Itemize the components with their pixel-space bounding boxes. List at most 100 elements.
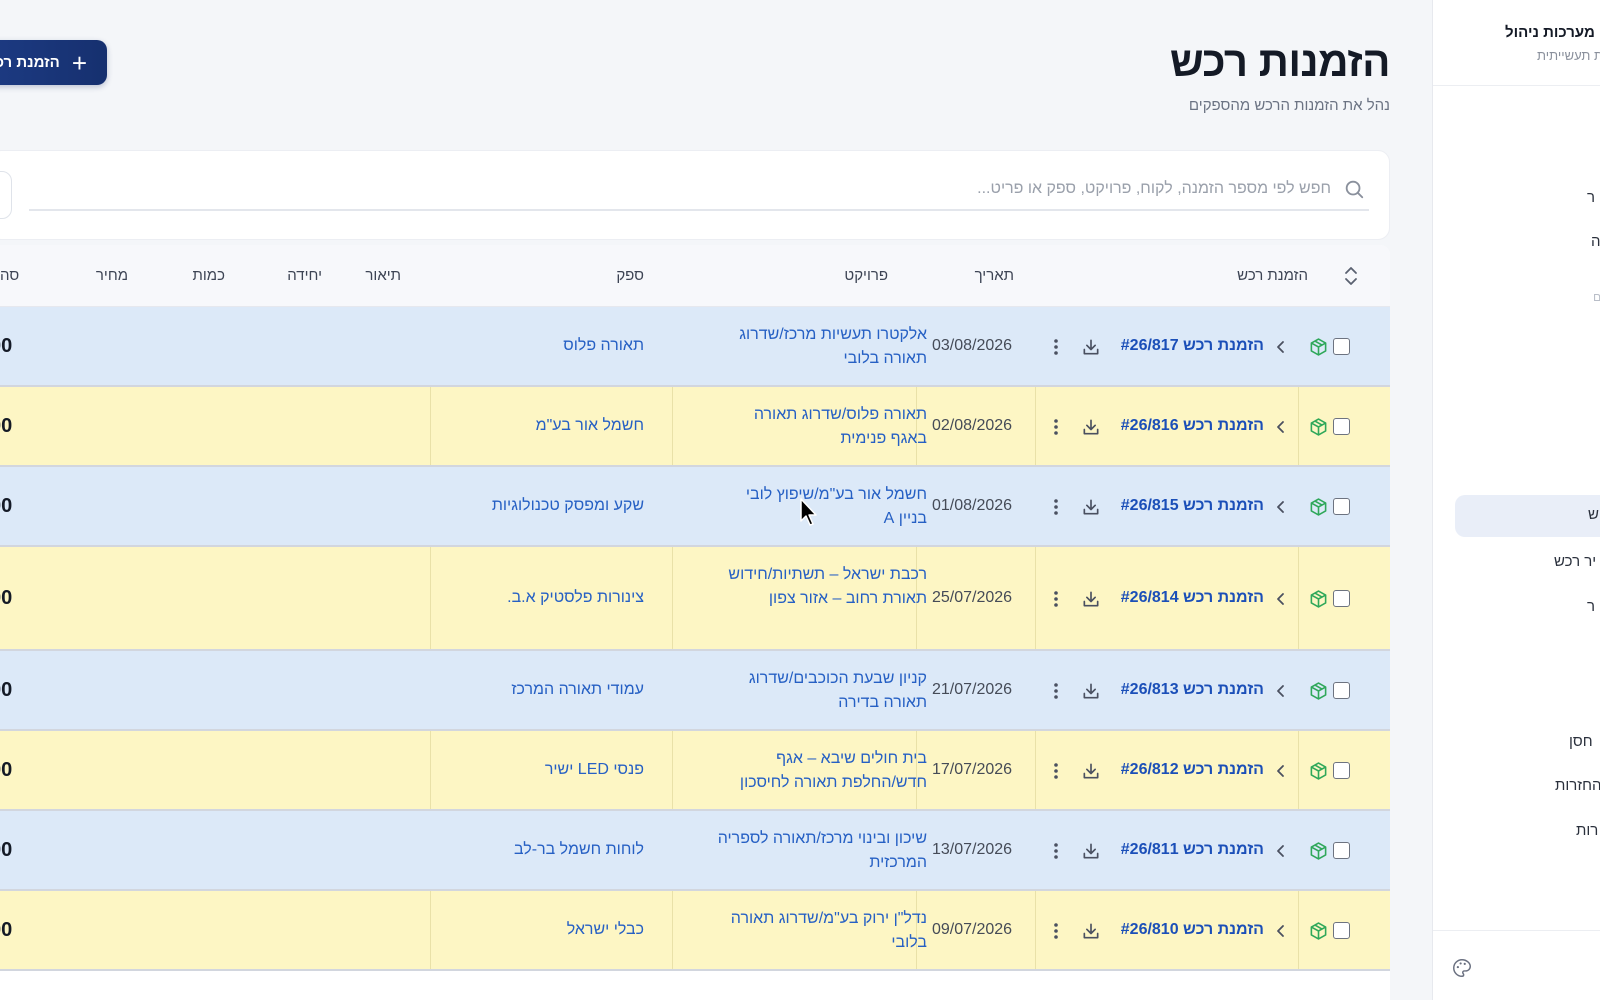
supplier-link[interactable]: שקע ומפסק טכנולוגיות xyxy=(492,497,644,515)
order-number-link[interactable]: הזמנת רכש #26/810 xyxy=(1121,921,1264,939)
row-checkbox[interactable] xyxy=(1333,590,1350,607)
chevron-left-icon[interactable] xyxy=(1276,764,1286,778)
column-header-total[interactable]: סה xyxy=(0,245,19,307)
column-header-quantity[interactable]: כמות xyxy=(193,245,225,307)
column-separator xyxy=(1298,731,1299,809)
more-options-icon[interactable] xyxy=(1053,418,1059,436)
order-date: 17/07/2026 xyxy=(932,761,1013,778)
project-link[interactable]: קניון שבעת הכוכבים/שדרוג תאורה בדירה xyxy=(717,667,927,715)
column-header-date[interactable]: תאריך xyxy=(975,245,1014,307)
download-icon[interactable] xyxy=(1081,761,1101,781)
sidebar-item-purchase-request[interactable]: יר רכש xyxy=(1554,553,1596,570)
column-separator xyxy=(672,387,673,465)
chevron-left-icon[interactable] xyxy=(1276,924,1286,938)
order-number-link[interactable]: הזמנת רכש #26/811 xyxy=(1121,841,1264,859)
more-options-icon[interactable] xyxy=(1053,498,1059,516)
more-options-icon[interactable] xyxy=(1053,338,1059,356)
supplier-link[interactable]: כבלי ישראל xyxy=(567,921,644,939)
sidebar-app-title: מערכות ניהול xyxy=(1505,24,1595,41)
download-icon[interactable] xyxy=(1081,337,1101,357)
sidebar-item-6[interactable]: ר xyxy=(1587,598,1595,615)
more-options-icon[interactable] xyxy=(1053,762,1059,780)
palette-icon[interactable] xyxy=(1451,957,1473,979)
more-options-icon[interactable] xyxy=(1053,682,1059,700)
order-number-link[interactable]: הזמנת רכש #26/817 xyxy=(1121,337,1264,355)
table-row[interactable]: הזמנת רכש #26/815 01/08/2026 חשמל אור בע… xyxy=(0,467,1390,547)
supplier-link[interactable]: פנסי LED ישיר xyxy=(545,761,644,779)
order-number-link[interactable]: הזמנת רכש #26/816 xyxy=(1121,417,1264,435)
download-icon[interactable] xyxy=(1081,921,1101,941)
more-options-icon[interactable] xyxy=(1053,590,1059,608)
column-header-project[interactable]: פרויקט xyxy=(844,245,888,307)
column-header-price[interactable]: מחיר xyxy=(96,245,128,307)
filter-button[interactable] xyxy=(0,171,12,219)
supplier-link[interactable]: תאורה פלוס xyxy=(563,337,644,355)
chevron-left-icon[interactable] xyxy=(1276,340,1286,354)
column-header-order[interactable]: הזמנת רכש xyxy=(1237,245,1308,307)
chevron-left-icon[interactable] xyxy=(1276,844,1286,858)
table-row[interactable]: הזמנת רכש #26/816 02/08/2026 תאורה פלוס/… xyxy=(0,387,1390,467)
row-checkbox[interactable] xyxy=(1333,338,1350,355)
order-number-link[interactable]: הזמנת רכש #26/815 xyxy=(1121,497,1264,515)
table-row[interactable]: הזמנת רכש #26/812 17/07/2026 בית חולים ש… xyxy=(0,731,1390,811)
column-header-supplier[interactable]: ספק xyxy=(616,245,644,307)
more-options-icon[interactable] xyxy=(1053,922,1059,940)
project-link[interactable]: תאורה פלוס/שדרוג תאורה באגף פנימית xyxy=(717,403,927,451)
project-link[interactable]: רכבת ישראל – תשתיות/חידוש תאורת רחוב – א… xyxy=(717,563,927,611)
download-icon[interactable] xyxy=(1081,497,1101,517)
row-checkbox[interactable] xyxy=(1333,762,1350,779)
sidebar-item-purchase-orders[interactable]: ש xyxy=(1588,506,1599,523)
table-row[interactable]: הזמנת רכש #26/814 25/07/2026 רכבת ישראל … xyxy=(0,547,1390,651)
table-row[interactable]: הזמנת רכש #26/813 21/07/2026 קניון שבעת … xyxy=(0,651,1390,731)
sidebar-item-2[interactable]: ה xyxy=(1591,233,1600,250)
sidebar-item-warehouse[interactable]: חסן xyxy=(1569,733,1593,750)
supplier-link[interactable]: צינורות פלסטיק א.ב. xyxy=(507,589,644,607)
sidebar-item-9[interactable]: רות xyxy=(1576,822,1598,839)
chevron-left-icon[interactable] xyxy=(1276,500,1286,514)
download-icon[interactable] xyxy=(1081,841,1101,861)
project-link[interactable]: אלקטרו תעשיות מרכז/שדרוג תאורה בלובי xyxy=(717,323,927,371)
package-icon xyxy=(1310,922,1327,940)
row-checkbox[interactable] xyxy=(1333,682,1350,699)
order-date: 13/07/2026 xyxy=(932,841,1013,858)
new-purchase-order-button[interactable]: הזמנת רכש + xyxy=(0,40,107,85)
column-separator xyxy=(430,891,431,969)
more-options-icon[interactable] xyxy=(1053,842,1059,860)
search-input[interactable] xyxy=(431,180,1331,198)
column-header-unit[interactable]: יחידה xyxy=(287,245,322,307)
supplier-link[interactable]: עמודי תאורה המרכז xyxy=(511,681,644,699)
search-bar xyxy=(29,169,1369,211)
sidebar-item-1[interactable]: ר xyxy=(1587,189,1595,206)
table-row[interactable]: הזמנת רכש #26/810 09/07/2026 נדל"ן ירוק … xyxy=(0,891,1390,971)
chevron-left-icon[interactable] xyxy=(1276,592,1286,606)
project-link[interactable]: חשמל אור בע"מ/שיפוץ לובי בניין A xyxy=(717,483,927,531)
project-link[interactable]: בית חולים שיבא – אגף חדש/החלפת תאורה לחי… xyxy=(717,747,927,795)
row-checkbox[interactable] xyxy=(1333,922,1350,939)
sidebar: מערכות ניהול ת תעשייתית ר ה ם ש יר רכש ר… xyxy=(1432,0,1600,1000)
order-total: 00 xyxy=(0,415,13,437)
supplier-link[interactable]: חשמל אור בע"מ xyxy=(536,417,644,435)
project-link[interactable]: שיכון ובינוי מרכז/תאורה לספריה המרכזית xyxy=(717,827,927,875)
table-row[interactable]: הזמנת רכש #26/817 03/08/2026 אלקטרו תעשי… xyxy=(0,307,1390,387)
sidebar-item-returns[interactable]: החזרות xyxy=(1555,777,1600,794)
order-date: 01/08/2026 xyxy=(932,497,1013,514)
download-icon[interactable] xyxy=(1081,589,1101,609)
download-icon[interactable] xyxy=(1081,681,1101,701)
order-number-link[interactable]: הזמנת רכש #26/812 xyxy=(1121,761,1264,779)
sort-icon[interactable] xyxy=(1342,265,1360,287)
project-link[interactable]: נדל"ן ירוק בע"מ/שדרוג תאורה בלובי xyxy=(717,907,927,955)
table-row[interactable]: הזמנת רכש #26/811 13/07/2026 שיכון ובינו… xyxy=(0,811,1390,891)
chevron-left-icon[interactable] xyxy=(1276,684,1286,698)
chevron-left-icon[interactable] xyxy=(1276,420,1286,434)
sidebar-divider xyxy=(1433,85,1600,86)
row-checkbox[interactable] xyxy=(1333,842,1350,859)
column-separator xyxy=(430,731,431,809)
download-icon[interactable] xyxy=(1081,417,1101,437)
row-checkbox[interactable] xyxy=(1333,418,1350,435)
row-checkbox[interactable] xyxy=(1333,498,1350,515)
column-header-description[interactable]: תיאור xyxy=(365,245,401,307)
order-number-link[interactable]: הזמנת רכש #26/814 xyxy=(1121,589,1264,607)
supplier-link[interactable]: לוחות חשמל בר-לב xyxy=(514,841,644,859)
package-icon xyxy=(1310,338,1327,356)
order-number-link[interactable]: הזמנת רכש #26/813 xyxy=(1121,681,1264,699)
